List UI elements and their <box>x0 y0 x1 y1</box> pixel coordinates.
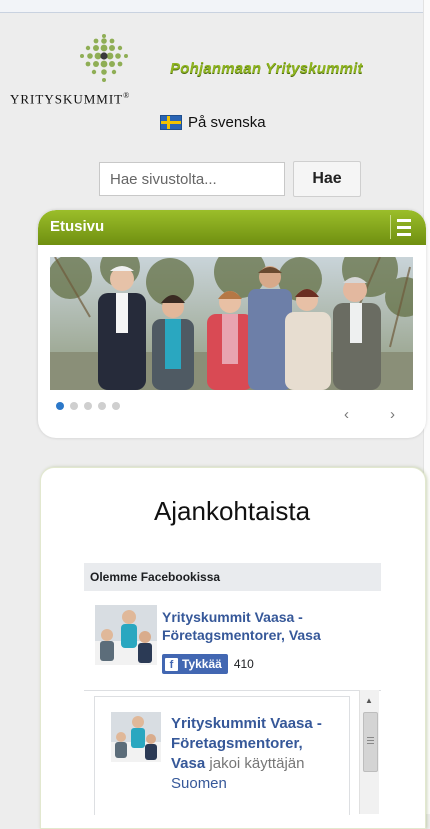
post-action-text: jakoi <box>209 755 241 772</box>
search-input[interactable] <box>99 162 285 196</box>
logo-wordmark: YRITYSKUMMIT <box>10 91 124 107</box>
slider-next-button[interactable]: › <box>390 406 395 423</box>
scrollbar-thumb[interactable] <box>363 712 378 772</box>
slider-dot[interactable] <box>84 402 92 410</box>
navigation-card: Etusivu ‹ › <box>38 210 426 438</box>
facebook-logo-icon: f <box>165 657 178 671</box>
slider-image <box>50 257 413 390</box>
post-author-thumbnail[interactable] <box>111 712 161 762</box>
facebook-widget-header: Olemme Facebookissa <box>84 563 381 591</box>
facebook-page-thumbnail[interactable] <box>95 605 157 665</box>
sweden-flag-icon <box>160 115 182 130</box>
slider-dot[interactable] <box>70 402 78 410</box>
navigation-bar: Etusivu <box>38 210 426 245</box>
slider-dot[interactable] <box>98 402 106 410</box>
slider-dot[interactable] <box>112 402 120 410</box>
feed-scrollbar[interactable]: ▲ <box>359 690 379 814</box>
like-count: 410 <box>233 657 254 671</box>
like-button-label: Tykkää <box>182 657 222 671</box>
post-continuation-link[interactable]: Suomen <box>171 775 227 792</box>
post-continuation-text: käyttäjän <box>244 755 305 772</box>
logo-registered-mark: ® <box>123 91 131 100</box>
facebook-feed-post: Yrityskummit Vaasa - Företagsmentorer, V… <box>94 696 350 815</box>
nav-title-etusivu[interactable]: Etusivu <box>50 218 104 235</box>
slider-dot[interactable] <box>56 402 64 410</box>
news-title: Ajankohtaista <box>153 496 311 526</box>
slider-prev-button[interactable]: ‹ <box>344 406 349 423</box>
search-button[interactable]: Hae <box>293 161 361 197</box>
facebook-like-button[interactable]: f Tykkää <box>162 654 228 674</box>
language-switch-link[interactable]: På svenska <box>160 114 266 131</box>
language-label: På svenska <box>188 114 266 131</box>
logo-dots-icon <box>80 34 128 82</box>
facebook-page-name-link[interactable]: Yrityskummit Vaasa - Företagsmentorer, V… <box>162 608 362 644</box>
scroll-up-arrow-icon[interactable]: ▲ <box>365 696 373 705</box>
top-edge <box>0 0 430 13</box>
site-tagline: Pohjanmaan Yrityskummit <box>170 60 363 77</box>
facebook-page-box: Yrityskummit Vaasa - Företagsmentorer, V… <box>84 592 381 690</box>
hamburger-menu-icon[interactable] <box>390 215 414 239</box>
slider-pagination <box>56 402 120 410</box>
site-logo[interactable]: YRITYSKUMMIT® <box>10 28 180 110</box>
facebook-divider <box>84 690 381 691</box>
